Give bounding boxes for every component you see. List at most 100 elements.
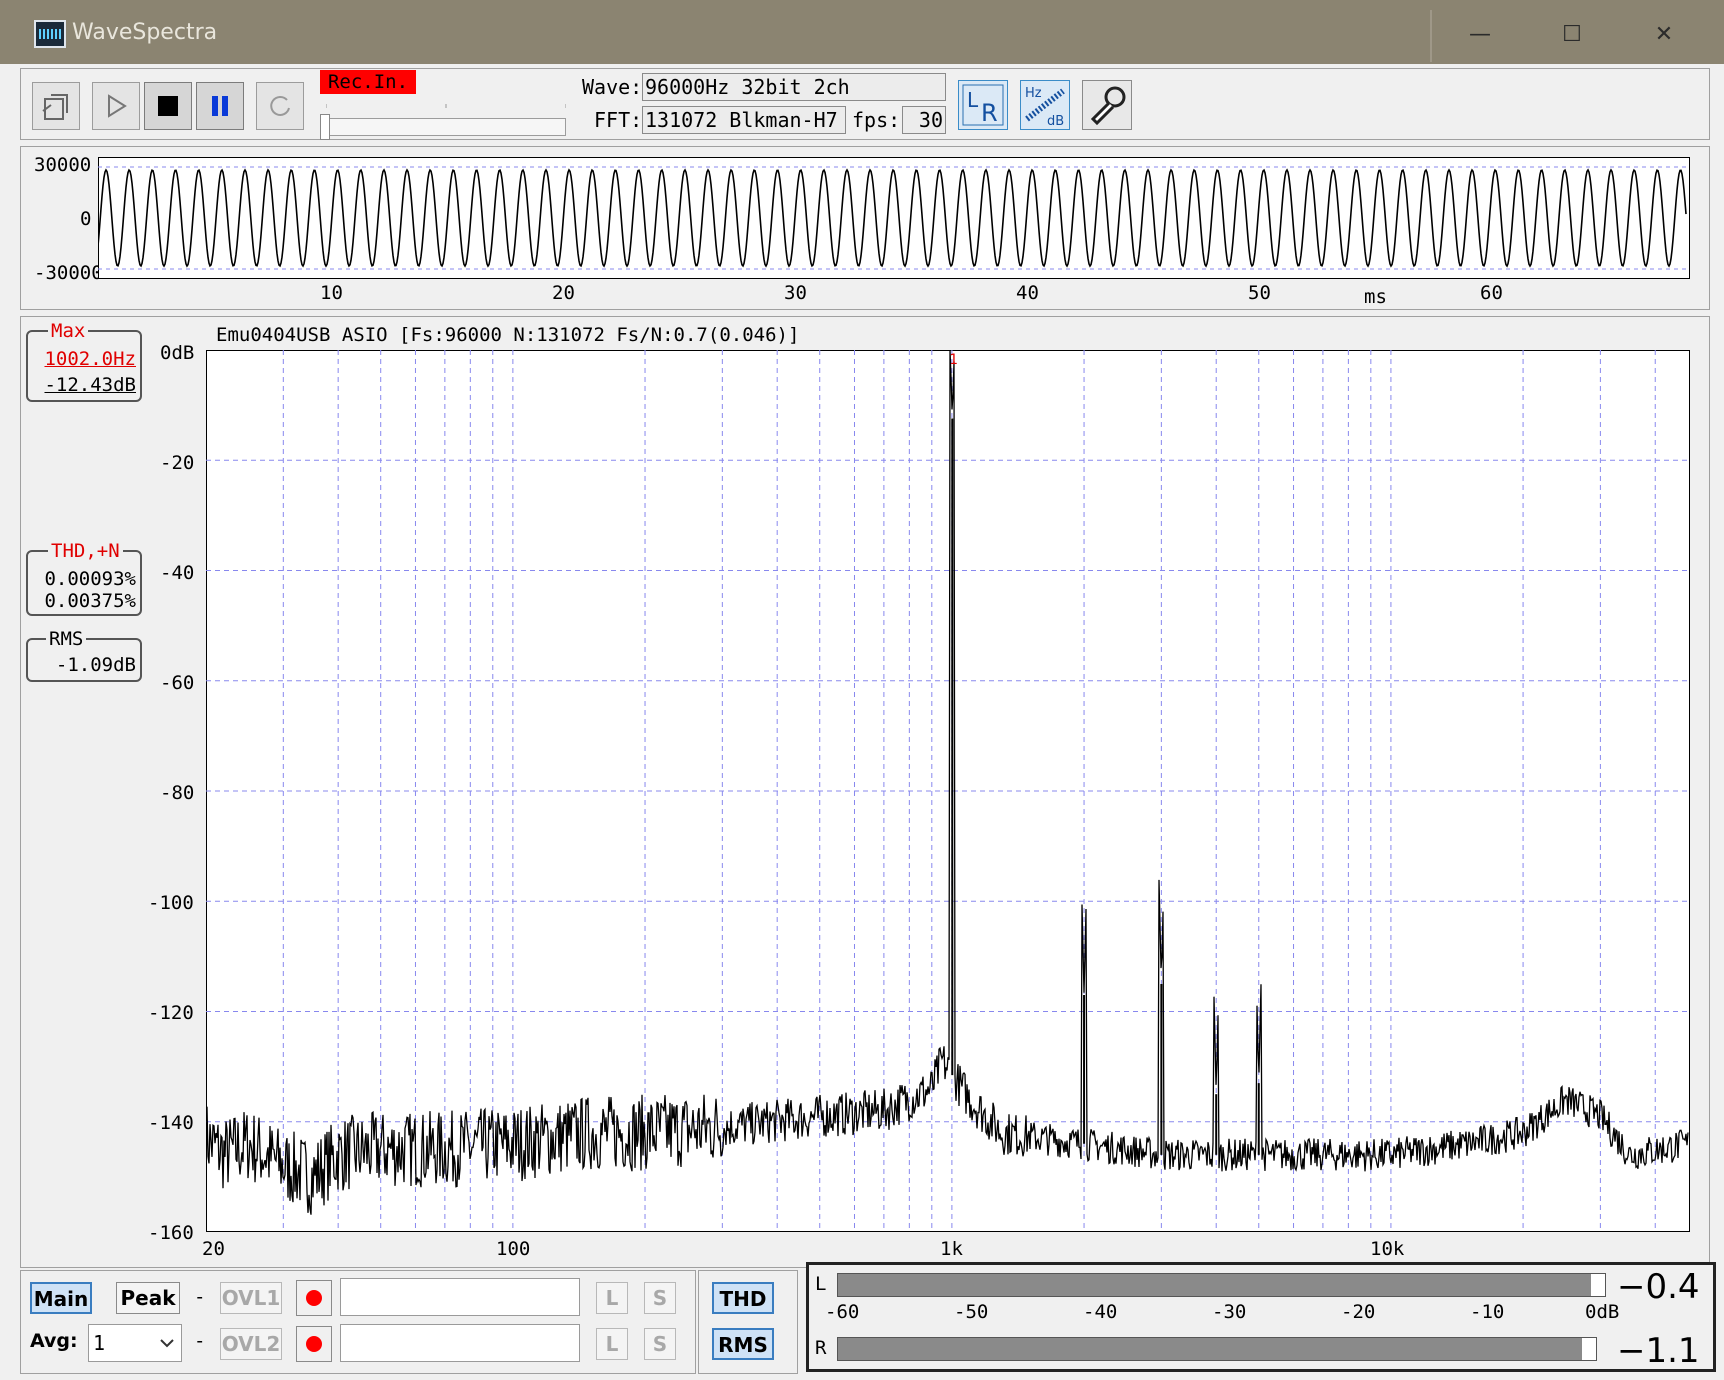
meter-scale-label: 0dB xyxy=(1585,1301,1620,1323)
loop-icon xyxy=(270,95,290,116)
wave-format-field: 96000Hz 32bit 2ch xyxy=(642,73,946,101)
ovl2-record-button[interactable] xyxy=(296,1326,332,1362)
meter-right-peak xyxy=(1581,1338,1596,1360)
dash-separator: - xyxy=(194,1286,206,1308)
spectrum-y-tick: -120 xyxy=(148,1002,194,1024)
spectrum-x-tick: 20 xyxy=(202,1238,225,1260)
meter-left-bar xyxy=(837,1273,1606,1297)
svg-text:dB: dB xyxy=(1047,114,1064,129)
spectrum-x-tick: 1k xyxy=(940,1238,963,1260)
thd-value: 0.00093% xyxy=(44,568,136,590)
avg-select[interactable]: 1 xyxy=(88,1324,182,1362)
wave-x-tick: 30 xyxy=(784,282,807,304)
wave-x-tick: 60 xyxy=(1480,282,1503,304)
spectrum-x-tick: 10k xyxy=(1370,1238,1405,1260)
maximize-button[interactable]: ☐ xyxy=(1526,10,1618,60)
spectrum-y-tick: -80 xyxy=(160,782,195,804)
close-button[interactable]: ✕ xyxy=(1618,10,1710,60)
peak-marker: 1 xyxy=(949,352,957,368)
meter-right-value: −1.1 xyxy=(1617,1331,1700,1371)
level-meter: L −0.4 -60 -50 -40 -30 -20 -10 0dB R −1.1 xyxy=(806,1262,1716,1372)
hz-db-scale-button[interactable]: Hz dB xyxy=(1020,80,1070,130)
rec-in-indicator: Rec.In. xyxy=(320,70,416,94)
window-left-border xyxy=(0,64,20,1380)
stop-button[interactable] xyxy=(144,82,192,130)
dash-separator: - xyxy=(194,1330,206,1352)
lr-channel-button[interactable]: LR xyxy=(958,80,1008,130)
svg-text:L: L xyxy=(967,88,979,112)
main-button[interactable]: Main xyxy=(30,1282,92,1314)
rms-button[interactable]: RMS xyxy=(712,1328,774,1360)
level-slider-track[interactable] xyxy=(326,118,566,136)
open-file-button[interactable] xyxy=(32,82,80,130)
wave-y-tick: -30000 xyxy=(34,262,103,284)
ovl2-file-field[interactable] xyxy=(340,1324,580,1362)
max-indicator-box: Max 1002.0Hz -12.43dB xyxy=(26,320,142,402)
meter-scale-label: -30 xyxy=(1212,1301,1247,1323)
thd-indicator-box: THD,+N 0.00093% 0.00375% xyxy=(26,540,142,616)
wrench-icon xyxy=(1090,86,1126,126)
peak-button[interactable]: Peak xyxy=(116,1282,180,1314)
wave-label: Wave: xyxy=(582,75,643,99)
spectrum-x-tick: 100 xyxy=(496,1238,531,1260)
meter-right-label: R xyxy=(815,1337,827,1359)
ovl2-save-button[interactable]: S xyxy=(644,1328,676,1360)
meter-left-peak xyxy=(1590,1274,1605,1296)
ovl1-button[interactable]: OVL1 xyxy=(220,1282,282,1314)
open-file-icon xyxy=(42,94,68,120)
wave-x-tick: 40 xyxy=(1016,282,1039,304)
meter-scale-label: -10 xyxy=(1470,1301,1505,1323)
ovl1-load-button[interactable]: L xyxy=(596,1282,628,1314)
max-frequency: 1002.0Hz xyxy=(44,348,136,370)
meter-scale-label: -20 xyxy=(1341,1301,1376,1323)
ovl1-save-button[interactable]: S xyxy=(644,1282,676,1314)
ovl1-file-field[interactable] xyxy=(340,1278,580,1316)
ovl2-load-button[interactable]: L xyxy=(596,1328,628,1360)
meter-scale-label: -40 xyxy=(1083,1301,1118,1323)
settings-button[interactable] xyxy=(1082,80,1132,130)
rms-indicator-box: RMS -1.09dB xyxy=(26,628,142,682)
fps-field[interactable]: 30 xyxy=(902,106,946,134)
ovl2-button[interactable]: OVL2 xyxy=(220,1328,282,1360)
max-title: Max xyxy=(48,320,89,342)
spectrum-header: Emu0404USB ASIO [Fs:96000 N:131072 Fs/N:… xyxy=(216,324,800,346)
svg-text:R: R xyxy=(981,99,998,127)
meter-scale-label: -50 xyxy=(954,1301,989,1323)
spectrum-y-tick: -140 xyxy=(148,1112,194,1134)
wave-x-tick: 50 xyxy=(1248,282,1271,304)
title-separator xyxy=(1430,10,1432,62)
ovl1-record-button[interactable] xyxy=(296,1280,332,1316)
wave-x-tick: 20 xyxy=(552,282,575,304)
wave-x-tick: 10 xyxy=(320,282,343,304)
thd-button[interactable]: THD xyxy=(712,1282,774,1314)
pause-button[interactable] xyxy=(196,82,244,130)
avg-label: Avg: xyxy=(30,1330,78,1352)
play-icon xyxy=(108,94,127,118)
meter-scale-label: -60 xyxy=(825,1301,860,1323)
wavespectra-app-icon[interactable] xyxy=(34,20,66,48)
spectrum-y-tick: -60 xyxy=(160,672,195,694)
meter-left-label: L xyxy=(815,1273,827,1295)
thd-title: THD,+N xyxy=(48,540,123,562)
hz-db-scale-icon: HzdB xyxy=(1025,86,1065,129)
play-button[interactable] xyxy=(92,82,140,130)
spectrum-y-tick: -160 xyxy=(148,1222,194,1244)
waveform-plot[interactable] xyxy=(98,157,1690,279)
level-slider-thumb[interactable] xyxy=(320,114,330,140)
loop-button[interactable] xyxy=(256,82,304,130)
spectrum-y-tick: -40 xyxy=(160,562,195,584)
rms-value: -1.09dB xyxy=(55,654,136,676)
pause-icon xyxy=(212,96,228,116)
meter-scale: -60 -50 -40 -30 -20 -10 0dB xyxy=(809,1301,1709,1325)
fft-label: FFT: xyxy=(594,108,643,132)
meter-right-bar xyxy=(837,1337,1597,1361)
spectrum-y-tick: 0dB xyxy=(160,342,195,364)
wave-x-unit: ms xyxy=(1364,286,1387,308)
spectrum-plot[interactable]: 1 xyxy=(206,350,1690,1232)
spectrum-y-tick: -20 xyxy=(160,452,195,474)
svg-text:Hz: Hz xyxy=(1025,86,1042,101)
fft-setting-field[interactable]: 131072 Blkman-H7 xyxy=(642,106,846,134)
minimize-button[interactable]: — xyxy=(1434,10,1526,60)
window-title: WaveSpectra xyxy=(72,20,218,45)
thdn-value: 0.00375% xyxy=(44,590,136,612)
